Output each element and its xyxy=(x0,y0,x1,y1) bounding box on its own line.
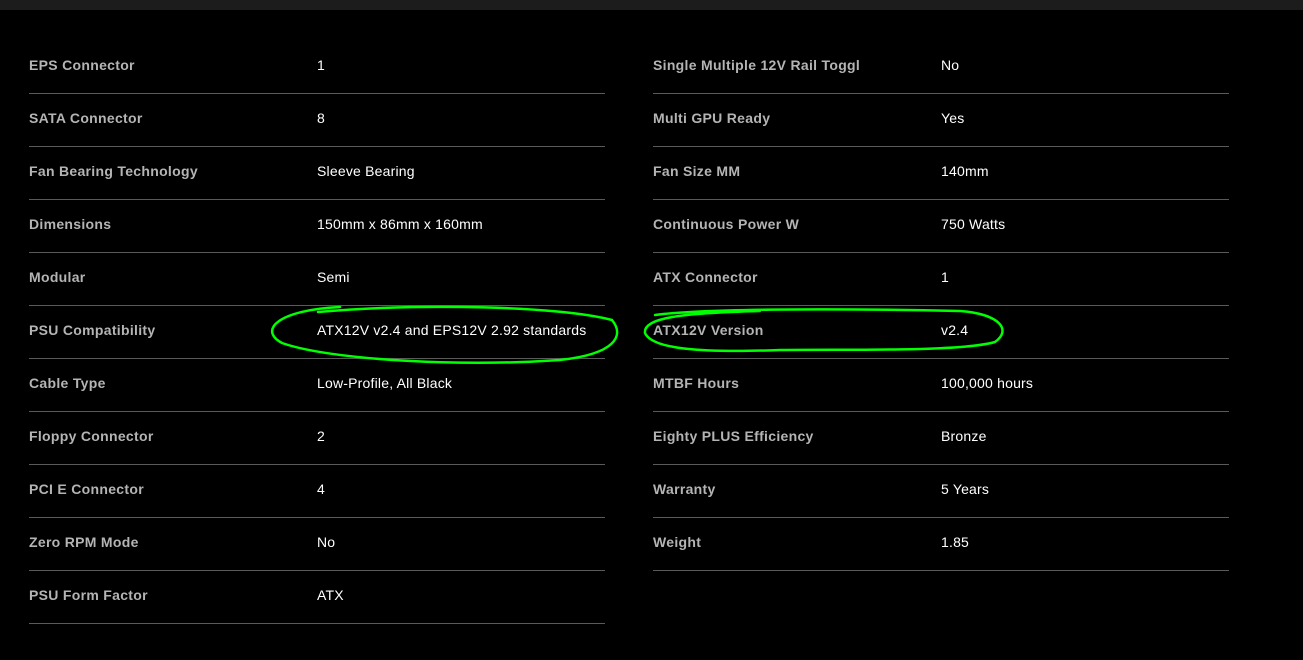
spec-row-zero-rpm-mode: Zero RPM Mode No xyxy=(29,518,605,571)
spec-label: Single Multiple 12V Rail Toggl xyxy=(653,57,861,73)
spec-row-floppy-connector: Floppy Connector 2 xyxy=(29,412,605,465)
spec-row-cable-type: Cable Type Low-Profile, All Black xyxy=(29,359,605,412)
spec-value: 750 Watts xyxy=(941,216,1006,232)
spec-value: No xyxy=(941,57,960,73)
specifications-table: EPS Connector 1 SATA Connector 8 Fan Bea… xyxy=(0,0,1303,660)
spec-label: Fan Bearing Technology xyxy=(29,163,198,179)
spec-value: 100,000 hours xyxy=(941,375,1034,391)
spec-row-atx-connector: ATX Connector 1 xyxy=(653,253,1229,306)
spec-value: No xyxy=(317,534,336,550)
spec-value: 1.85 xyxy=(941,534,970,550)
spec-row-12v-rail-toggle: Single Multiple 12V Rail Toggl No xyxy=(653,41,1229,94)
spec-label: Warranty xyxy=(653,481,716,497)
spec-label: MTBF Hours xyxy=(653,375,740,391)
spec-label: PSU Compatibility xyxy=(29,322,156,338)
spec-label: Multi GPU Ready xyxy=(653,110,771,126)
spec-row-fan-bearing: Fan Bearing Technology Sleeve Bearing xyxy=(29,147,605,200)
spec-value: Yes xyxy=(941,110,965,126)
spec-value: 1 xyxy=(941,269,949,285)
spec-label: Floppy Connector xyxy=(29,428,154,444)
spec-value: 4 xyxy=(317,481,325,497)
spec-row-psu-form-factor: PSU Form Factor ATX xyxy=(29,571,605,624)
spec-value: 8 xyxy=(317,110,325,126)
spec-row-weight: Weight 1.85 xyxy=(653,518,1229,571)
spec-label: Continuous Power W xyxy=(653,216,800,232)
spec-row-pci-e-connector: PCI E Connector 4 xyxy=(29,465,605,518)
spec-value: 2 xyxy=(317,428,325,444)
spec-row-sata-connector: SATA Connector 8 xyxy=(29,94,605,147)
spec-value: 140mm xyxy=(941,163,989,179)
spec-label: Weight xyxy=(653,534,702,550)
spec-value: 1 xyxy=(317,57,325,73)
spec-value: 150mm x 86mm x 160mm xyxy=(317,216,483,232)
spec-label: SATA Connector xyxy=(29,110,143,126)
spec-label: Eighty PLUS Efficiency xyxy=(653,428,814,444)
spec-label: Dimensions xyxy=(29,216,112,232)
spec-label: Zero RPM Mode xyxy=(29,534,139,550)
specs-column-right: Single Multiple 12V Rail Toggl No Multi … xyxy=(653,41,1229,571)
specs-column-left: EPS Connector 1 SATA Connector 8 Fan Bea… xyxy=(29,41,605,624)
spec-value: Low-Profile, All Black xyxy=(317,375,453,391)
spec-label: ATX Connector xyxy=(653,269,758,285)
spec-value: Semi xyxy=(317,269,350,285)
spec-label: Fan Size MM xyxy=(653,163,741,179)
spec-row-multi-gpu-ready: Multi GPU Ready Yes xyxy=(653,94,1229,147)
spec-value: 5 Years xyxy=(941,481,990,497)
spec-value: v2.4 xyxy=(941,322,969,338)
spec-row-continuous-power: Continuous Power W 750 Watts xyxy=(653,200,1229,253)
spec-value: Bronze xyxy=(941,428,987,444)
spec-row-atx12v-version: ATX12V Version v2.4 xyxy=(653,306,1229,359)
spec-label: Modular xyxy=(29,269,86,285)
spec-label: PSU Form Factor xyxy=(29,587,148,603)
spec-label: PCI E Connector xyxy=(29,481,144,497)
spec-row-eighty-plus: Eighty PLUS Efficiency Bronze xyxy=(653,412,1229,465)
spec-value: Sleeve Bearing xyxy=(317,163,415,179)
spec-row-modular: Modular Semi xyxy=(29,253,605,306)
spec-value: ATX12V v2.4 and EPS12V 2.92 standards xyxy=(317,322,587,338)
spec-row-warranty: Warranty 5 Years xyxy=(653,465,1229,518)
spec-label: Cable Type xyxy=(29,375,106,391)
spec-row-eps-connector: EPS Connector 1 xyxy=(29,41,605,94)
spec-row-dimensions: Dimensions 150mm x 86mm x 160mm xyxy=(29,200,605,253)
spec-row-psu-compatibility: PSU Compatibility ATX12V v2.4 and EPS12V… xyxy=(29,306,605,359)
spec-label: ATX12V Version xyxy=(653,322,764,338)
spec-row-fan-size: Fan Size MM 140mm xyxy=(653,147,1229,200)
spec-label: EPS Connector xyxy=(29,57,135,73)
spec-row-mtbf-hours: MTBF Hours 100,000 hours xyxy=(653,359,1229,412)
spec-value: ATX xyxy=(317,587,344,603)
